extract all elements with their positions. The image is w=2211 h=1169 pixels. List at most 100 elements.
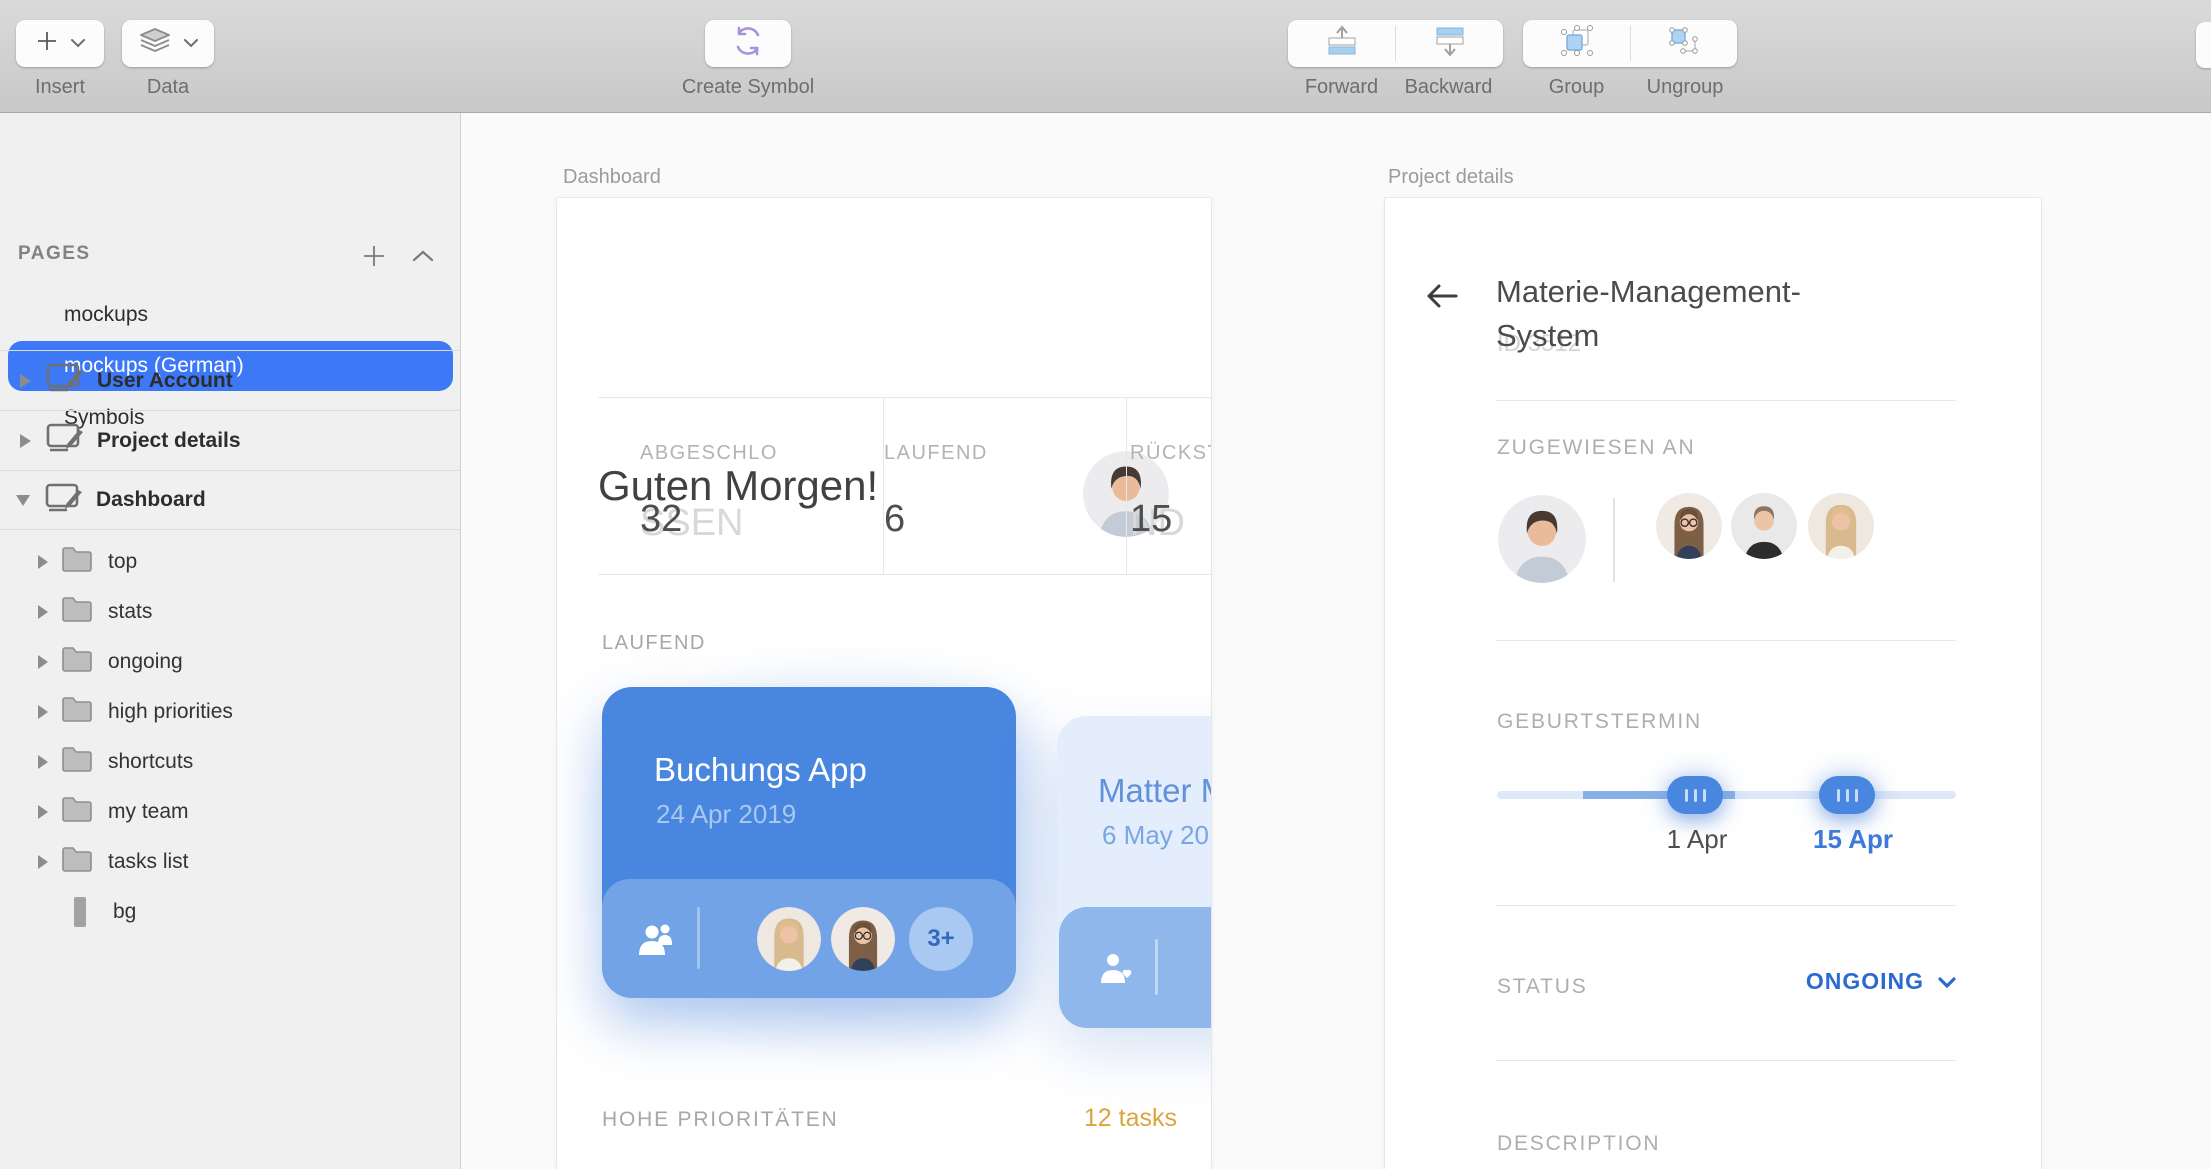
sketch-window: Insert Data Create Symbol Forward Backwa…: [0, 0, 2211, 1169]
project-card-matter[interactable]: Matter Management 6 May 2019: [1057, 716, 1211, 1028]
move-forward-icon: [1322, 25, 1362, 62]
disclosure-triangle-icon[interactable]: [38, 755, 48, 769]
description-label: DESCRIPTION: [1497, 1132, 1660, 1156]
data-button[interactable]: [122, 20, 214, 67]
forward-label: Forward: [1288, 76, 1395, 99]
card-title: Matter Management: [1098, 772, 1211, 810]
collapse-pages-button[interactable]: [412, 249, 434, 267]
ungroup-icon: [1666, 24, 1702, 63]
dashboard-artboard[interactable]: Guten Morgen! ABGESCHLO SSEN 32 LAUFEND …: [557, 198, 1211, 1169]
layer-row-my-team[interactable]: my team: [0, 787, 461, 837]
folder-icon: [61, 546, 93, 578]
tasks-count[interactable]: 12 tasks: [1012, 1104, 1177, 1133]
card-footer: 3+: [602, 879, 1016, 998]
artboard-title-project-details[interactable]: Project details: [1388, 166, 1514, 189]
project-card-buchungs[interactable]: Buchungs App 24 Apr 2019 3+: [602, 687, 1016, 998]
assignee-avatar[interactable]: [1808, 493, 1874, 559]
disclosure-triangle-icon[interactable]: [38, 655, 48, 669]
disclosure-triangle-icon[interactable]: [20, 374, 31, 388]
layer-name: tasks list: [108, 850, 189, 874]
add-page-button[interactable]: [362, 244, 386, 273]
due-date-label: GEBURTSTERMIN: [1497, 710, 1702, 734]
create-symbol-button[interactable]: [705, 20, 791, 67]
member-avatar[interactable]: [757, 907, 821, 971]
disclosure-triangle-icon[interactable]: [16, 495, 30, 506]
folder-icon: [61, 796, 93, 828]
sync-arrows-icon: [731, 25, 765, 62]
layer-name: my team: [108, 800, 189, 824]
ungroup-button[interactable]: [1631, 20, 1737, 67]
project-title: Materie-Management- System: [1496, 270, 1801, 358]
layer-row-shortcuts[interactable]: shortcuts: [0, 737, 461, 787]
insert-label: Insert: [16, 76, 104, 99]
artboard-row-project-details[interactable]: Project details: [0, 410, 461, 470]
backward-label: Backward: [1391, 76, 1506, 99]
backward-button[interactable]: [1396, 20, 1503, 67]
toolbar: Insert Data Create Symbol Forward Backwa…: [0, 0, 2211, 113]
disclosure-triangle-icon[interactable]: [38, 705, 48, 719]
status-label: STATUS: [1497, 975, 1588, 999]
pages-header: PAGES: [18, 243, 91, 265]
more-members-badge[interactable]: 3+: [909, 907, 973, 971]
rectangle-layer-icon: [74, 897, 86, 927]
layer-row-stats[interactable]: stats: [0, 587, 461, 637]
artboard-icon: [45, 421, 85, 460]
data-label: Data: [122, 76, 214, 99]
page-item-mockups[interactable]: mockups: [8, 290, 453, 340]
disclosure-triangle-icon[interactable]: [38, 855, 48, 869]
plus-icon: [35, 29, 59, 58]
toolbar-button-partial[interactable]: [2196, 22, 2211, 68]
layer-row-ongoing[interactable]: ongoing: [0, 637, 461, 687]
stat-value: 6: [884, 498, 905, 541]
team-icon: [638, 921, 680, 962]
status-dropdown[interactable]: ONGOING: [1806, 968, 1956, 995]
disclosure-triangle-icon[interactable]: [38, 555, 48, 569]
section-label-priorities: HOHE PRIORITÄTEN: [602, 1108, 838, 1132]
member-avatar[interactable]: [831, 907, 895, 971]
sidebar: PAGES mockups mockups (German) Symbols U…: [0, 113, 461, 1169]
layer-row-tasks-list[interactable]: tasks list: [0, 837, 461, 887]
divider: [1496, 400, 1956, 401]
card-date: 6 May 2019: [1102, 820, 1211, 851]
card-title: Buchungs App: [654, 751, 867, 789]
grip-line: [1685, 789, 1688, 802]
forward-button[interactable]: [1288, 20, 1395, 67]
folder-icon: [61, 846, 93, 878]
insert-button[interactable]: [16, 20, 104, 67]
range-date-start: 1 Apr: [1637, 824, 1757, 855]
stat-label: LAUFEND: [884, 442, 988, 465]
layer-row-bg[interactable]: bg: [0, 887, 461, 937]
artboard-title-dashboard[interactable]: Dashboard: [563, 166, 661, 189]
assignee-avatar[interactable]: [1731, 493, 1797, 559]
card-date: 24 Apr 2019: [656, 799, 796, 830]
assigned-divider: [1613, 498, 1615, 582]
range-handle-start[interactable]: [1667, 776, 1723, 814]
layer-row-top[interactable]: top: [0, 537, 461, 587]
disclosure-triangle-icon[interactable]: [38, 805, 48, 819]
stat-overdue: RÜCKSTAND ND 15: [1130, 398, 1211, 574]
assigned-label: ZUGEWIESEN AN: [1497, 436, 1695, 460]
stats-row: ABGESCHLO SSEN 32 LAUFEND 6 RÜCKSTAND ND…: [598, 397, 1211, 575]
range-date-end: 15 Apr: [1793, 824, 1913, 855]
artboard-row-user-account[interactable]: User Account: [0, 350, 461, 410]
disclosure-triangle-icon[interactable]: [38, 605, 48, 619]
artboard-row-dashboard[interactable]: Dashboard: [0, 470, 461, 530]
layer-name: high priorities: [108, 700, 233, 724]
card-footer: [1059, 907, 1211, 1028]
folder-icon: [61, 696, 93, 728]
layer-row-high-priorities[interactable]: high priorities: [0, 687, 461, 737]
stat-completed: ABGESCHLO SSEN 32: [640, 398, 883, 574]
group-button[interactable]: [1523, 20, 1630, 67]
assignee-avatar[interactable]: [1656, 493, 1722, 559]
layer-name: top: [108, 550, 137, 574]
range-handle-end[interactable]: [1819, 776, 1875, 814]
grip-line: [1855, 789, 1858, 802]
artboard-icon: [44, 481, 84, 520]
back-arrow-icon[interactable]: [1425, 282, 1459, 315]
owner-avatar[interactable]: [1498, 495, 1586, 583]
disclosure-triangle-icon[interactable]: [20, 434, 31, 448]
stat-value: 15: [1130, 498, 1172, 541]
folder-icon: [61, 746, 93, 778]
project-details-artboard[interactable]: Materie-Management- System ID 3512 ZUGEW…: [1385, 198, 2041, 1169]
forward-backward-group: [1288, 20, 1503, 67]
